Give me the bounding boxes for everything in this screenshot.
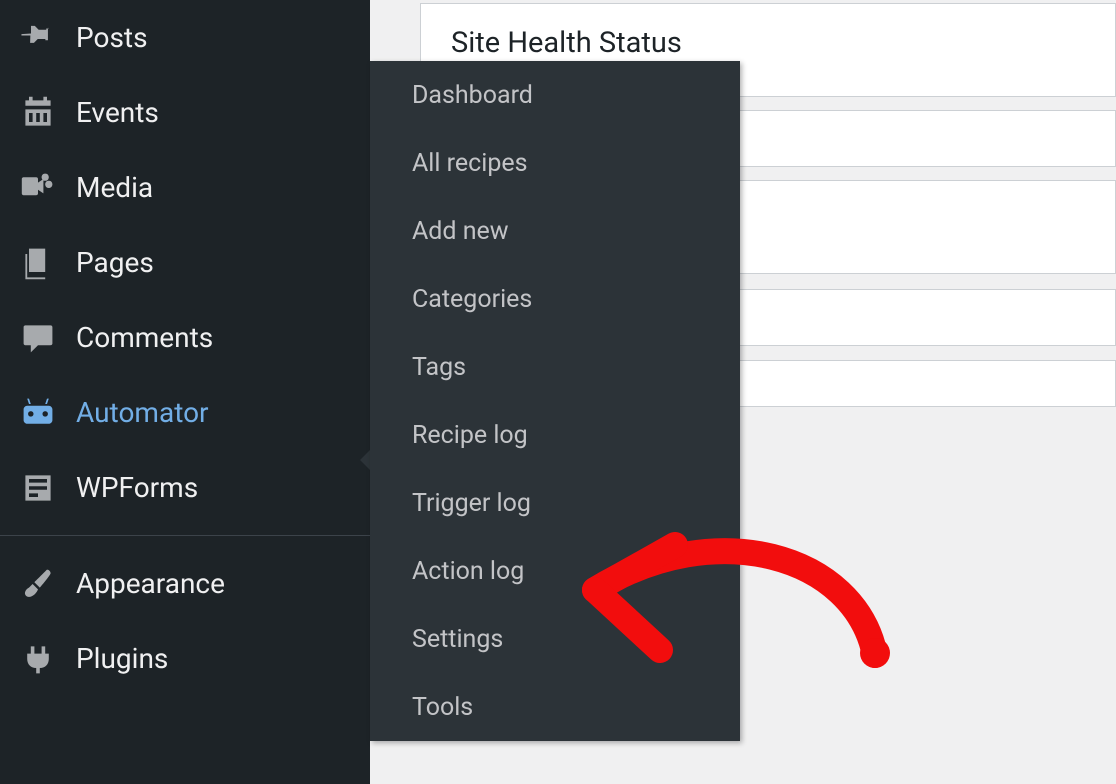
sidebar-item-plugins[interactable]: Plugins <box>0 621 370 696</box>
submenu-item-action-log[interactable]: Action log <box>370 537 740 605</box>
sidebar-item-label: Appearance <box>76 567 225 600</box>
submenu-item-label: Add new <box>412 217 509 246</box>
pages-icon <box>20 245 56 281</box>
submenu-item-categories[interactable]: Categories <box>370 265 740 333</box>
sidebar-item-automator[interactable]: Automator <box>0 375 370 450</box>
form-icon <box>20 470 56 506</box>
submenu-item-settings[interactable]: Settings <box>370 605 740 673</box>
sidebar-item-events[interactable]: Events <box>0 75 370 150</box>
sidebar-item-media[interactable]: Media <box>0 150 370 225</box>
sidebar-item-appearance[interactable]: Appearance <box>0 546 370 621</box>
sidebar-item-wpforms[interactable]: WPForms <box>0 450 370 525</box>
pushpin-icon <box>20 20 56 56</box>
submenu-item-label: All recipes <box>412 149 528 178</box>
submenu-item-tags[interactable]: Tags <box>370 333 740 401</box>
submenu-item-label: Recipe log <box>412 421 528 450</box>
submenu-item-label: Trigger log <box>412 489 531 518</box>
plug-icon <box>20 641 56 677</box>
submenu-item-label: Dashboard <box>412 81 533 110</box>
sidebar-item-label: Comments <box>76 321 213 354</box>
submenu-item-dashboard[interactable]: Dashboard <box>370 61 740 129</box>
sidebar-item-pages[interactable]: Pages <box>0 225 370 300</box>
submenu-item-label: Categories <box>412 285 532 314</box>
robot-icon <box>20 395 56 431</box>
sidebar-item-comments[interactable]: Comments <box>0 300 370 375</box>
sidebar-item-label: Posts <box>76 21 148 54</box>
sidebar-item-label: Plugins <box>76 642 168 675</box>
submenu-item-add-new[interactable]: Add new <box>370 197 740 265</box>
submenu-item-label: Tags <box>412 353 466 382</box>
sidebar-item-posts[interactable]: Posts <box>0 0 370 75</box>
submenu-item-label: Settings <box>412 625 503 654</box>
submenu-item-recipe-log[interactable]: Recipe log <box>370 401 740 469</box>
comment-icon <box>20 320 56 356</box>
admin-sidebar: Posts Events Media Pages Comments <box>0 0 370 784</box>
submenu-item-trigger-log[interactable]: Trigger log <box>370 469 740 537</box>
submenu-item-label: Action log <box>412 557 524 586</box>
submenu-item-label: Tools <box>412 693 473 722</box>
sidebar-item-label: Events <box>76 96 159 129</box>
automator-submenu: Dashboard All recipes Add new Categories… <box>370 61 740 741</box>
sidebar-separator <box>0 535 370 546</box>
brush-icon <box>20 566 56 602</box>
calendar-icon <box>20 95 56 131</box>
sidebar-item-label: Media <box>76 171 153 204</box>
sidebar-item-label: Automator <box>76 396 209 429</box>
sidebar-item-label: WPForms <box>76 471 198 504</box>
media-icon <box>20 170 56 206</box>
submenu-item-all-recipes[interactable]: All recipes <box>370 129 740 197</box>
submenu-item-tools[interactable]: Tools <box>370 673 740 741</box>
sidebar-item-label: Pages <box>76 246 154 279</box>
